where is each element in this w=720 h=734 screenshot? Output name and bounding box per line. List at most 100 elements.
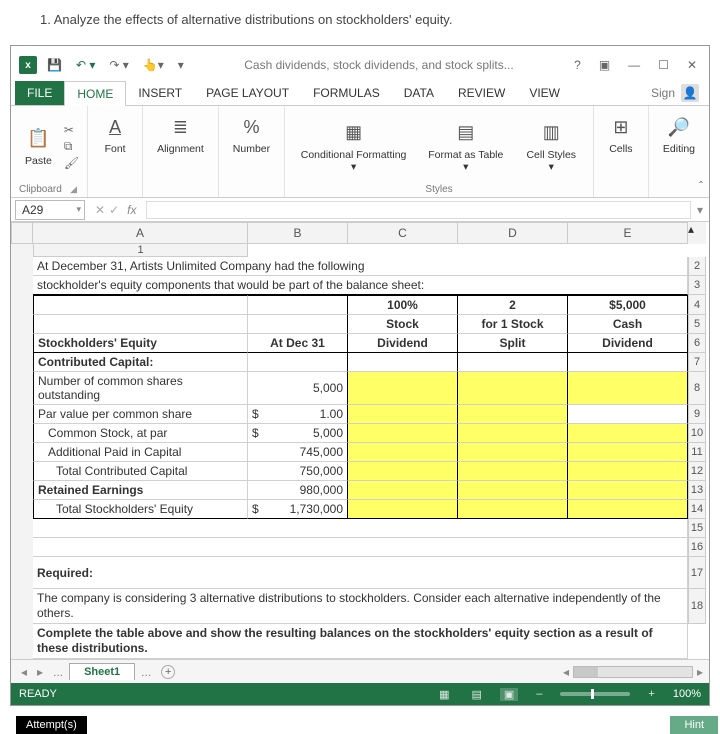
qat-customize-icon[interactable]: ▾	[174, 56, 188, 74]
cell[interactable]	[33, 315, 248, 334]
cell[interactable]: Stock	[348, 315, 458, 334]
cell[interactable]	[33, 538, 688, 557]
cell[interactable]: At December 31, Artists Unlimited Compan…	[33, 257, 688, 276]
cell[interactable]: $5,000	[248, 424, 348, 443]
row-header[interactable]: 17	[688, 557, 706, 589]
cancel-formula-icon[interactable]: ✕	[95, 203, 105, 217]
cell[interactable]	[33, 295, 248, 315]
cell[interactable]: Dividend	[568, 334, 688, 353]
help-icon[interactable]: ?	[570, 58, 585, 72]
tab-home[interactable]: HOME	[64, 81, 126, 107]
cell[interactable]: 5,000	[248, 372, 348, 405]
cell[interactable]	[568, 462, 688, 481]
save-icon[interactable]: 💾	[43, 56, 66, 74]
cell[interactable]	[348, 405, 458, 424]
sheet-tabs-overflow[interactable]: ...	[137, 665, 155, 679]
row-header[interactable]: 8	[688, 372, 706, 405]
minimize-icon[interactable]: —	[624, 58, 644, 72]
cell[interactable]	[248, 315, 348, 334]
format-as-table-button[interactable]: ▤ Format as Table ▾	[420, 116, 512, 177]
row-header[interactable]: 9	[688, 405, 706, 424]
tab-insert[interactable]: INSERT	[126, 81, 194, 105]
cell[interactable]: Total Contributed Capital	[33, 462, 248, 481]
cell[interactable]: Complete the table above and show the re…	[33, 624, 688, 659]
cell[interactable]: $5,000	[568, 295, 688, 315]
cell[interactable]	[348, 500, 458, 519]
col-header-c[interactable]: C	[348, 222, 458, 244]
cell[interactable]	[568, 353, 688, 372]
cell[interactable]	[568, 372, 688, 405]
tab-review[interactable]: REVIEW	[446, 81, 517, 105]
row-header[interactable]: 10	[688, 424, 706, 443]
cell[interactable]	[458, 443, 568, 462]
clipboard-launcher-icon[interactable]: ◢	[68, 184, 79, 195]
row-header[interactable]: 11	[688, 443, 706, 462]
cell[interactable]	[458, 405, 568, 424]
tab-page-layout[interactable]: PAGE LAYOUT	[194, 81, 301, 105]
font-button[interactable]: A Font	[96, 110, 134, 159]
cell[interactable]	[348, 353, 458, 372]
row-header[interactable]: 4	[688, 295, 706, 315]
cell[interactable]: Required:	[33, 557, 688, 589]
collapse-ribbon-icon[interactable]: ˆ	[699, 179, 703, 193]
maximize-icon[interactable]: ☐	[654, 58, 673, 72]
cell[interactable]: 2	[458, 295, 568, 315]
cell[interactable]	[33, 519, 688, 538]
cell[interactable]	[458, 500, 568, 519]
redo-icon[interactable]: ↷ ▾	[105, 56, 132, 74]
enter-formula-icon[interactable]: ✓	[109, 203, 119, 217]
cell[interactable]: Contributed Capital:	[33, 353, 248, 372]
zoom-level[interactable]: 100%	[673, 688, 701, 700]
formula-bar-expand-icon[interactable]: ▾	[697, 203, 709, 217]
cell[interactable]: $1,730,000	[248, 500, 348, 519]
tab-view[interactable]: VIEW	[517, 81, 572, 105]
cell[interactable]	[348, 481, 458, 500]
row-header[interactable]: 2	[688, 257, 706, 276]
cell[interactable]: for 1 Stock	[458, 315, 568, 334]
cell[interactable]: 100%	[348, 295, 458, 315]
view-normal-icon[interactable]: ▦	[435, 688, 453, 701]
cell[interactable]	[568, 500, 688, 519]
undo-icon[interactable]: ↶ ▾	[72, 56, 99, 74]
format-painter-icon[interactable]	[64, 156, 79, 170]
sheet-nav-prev-icon[interactable]: ◂	[17, 665, 31, 679]
cell[interactable]	[458, 481, 568, 500]
v-scrollbar[interactable]	[11, 244, 33, 659]
zoom-slider[interactable]	[560, 692, 630, 696]
spreadsheet-grid[interactable]: A B C D E ▴ 1 At December 31, Artists Un…	[11, 222, 709, 659]
sheet-nav-next-icon[interactable]: ▸	[33, 665, 47, 679]
cell[interactable]	[248, 295, 348, 315]
tab-file[interactable]: FILE	[15, 81, 64, 105]
cell[interactable]: Total Stockholders' Equity	[33, 500, 248, 519]
row-header[interactable]: 14	[688, 500, 706, 519]
name-box[interactable]: A29	[15, 200, 85, 220]
col-header-d[interactable]: D	[458, 222, 568, 244]
cell[interactable]: 745,000	[248, 443, 348, 462]
cell-styles-button[interactable]: ▥ Cell Styles ▾	[518, 116, 585, 177]
formula-input[interactable]	[146, 201, 691, 219]
cell[interactable]: At Dec 31	[248, 334, 348, 353]
tab-data[interactable]: DATA	[392, 81, 446, 105]
cell[interactable]: The company is considering 3 alternative…	[33, 589, 688, 624]
row-header[interactable]: 7	[688, 353, 706, 372]
cell[interactable]	[348, 443, 458, 462]
ribbon-options-icon[interactable]: ▣	[595, 58, 614, 72]
cell[interactable]: Cash	[568, 315, 688, 334]
row-header[interactable]: 1	[33, 244, 248, 257]
cell[interactable]: $1.00	[248, 405, 348, 424]
zoom-in-icon[interactable]: +	[644, 688, 658, 700]
paste-button[interactable]: 📋 Paste	[19, 122, 58, 171]
sheet-tab-active[interactable]: Sheet1	[69, 663, 135, 680]
cell[interactable]	[568, 443, 688, 462]
h-scroll-right-icon[interactable]: ▸	[697, 665, 703, 679]
row-header[interactable]: 6	[688, 334, 706, 353]
cell[interactable]	[568, 481, 688, 500]
cell[interactable]	[458, 353, 568, 372]
col-header-a[interactable]: A	[33, 222, 248, 244]
h-scrollbar[interactable]: ◂ ▸	[563, 665, 709, 679]
col-header-b[interactable]: B	[248, 222, 348, 244]
cell[interactable]	[568, 405, 688, 424]
copy-icon[interactable]: ⧉	[64, 139, 79, 154]
view-page-layout-icon[interactable]: ▤	[467, 688, 485, 701]
fx-icon[interactable]: fx	[123, 203, 140, 217]
